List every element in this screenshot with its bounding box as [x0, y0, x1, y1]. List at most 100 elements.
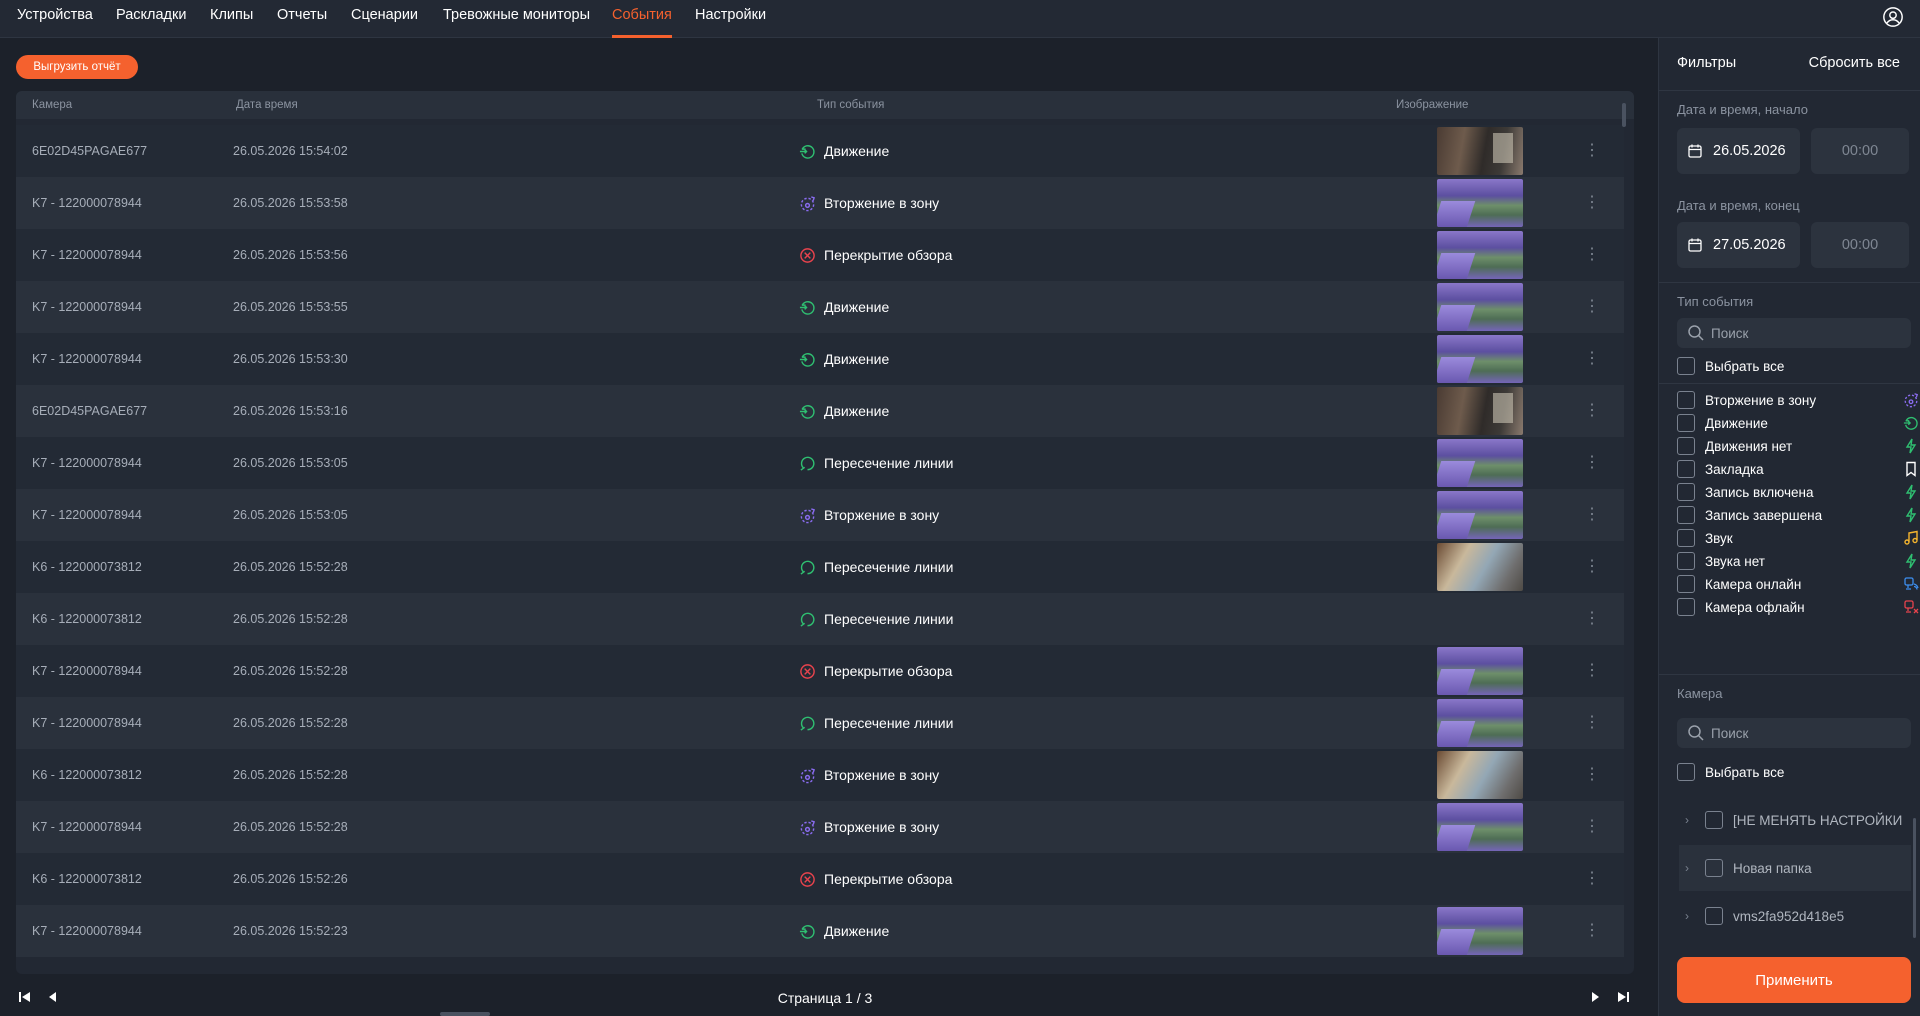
event-type-search-input[interactable] — [1711, 325, 1891, 341]
table-row[interactable]: K7 - 122000078944 26.05.2026 15:52:23 Дв… — [16, 905, 1624, 957]
event-type-option[interactable]: Звука нет — [1677, 552, 1917, 570]
tab-devices[interactable]: Устройства — [17, 0, 93, 38]
event-thumbnail[interactable] — [1437, 439, 1523, 487]
checkbox[interactable] — [1677, 763, 1695, 781]
user-account-icon[interactable] — [1882, 6, 1904, 28]
table-row[interactable]: K6 - 122000073812 26.05.2026 15:52:26 Пе… — [16, 853, 1624, 905]
event-thumbnail[interactable] — [1437, 387, 1523, 435]
end-time-field[interactable]: 00:00 — [1811, 222, 1909, 268]
checkbox[interactable] — [1677, 460, 1695, 478]
checkbox[interactable] — [1705, 859, 1723, 877]
table-row[interactable]: 6E02D45PAGAE677 26.05.2026 15:53:16 Движ… — [16, 385, 1624, 437]
event-thumbnail[interactable] — [1437, 543, 1523, 591]
column-event-type[interactable]: Тип события — [817, 91, 884, 119]
event-thumbnail[interactable] — [1437, 699, 1523, 747]
reset-all-button[interactable]: Сбросить все — [1809, 55, 1900, 71]
table-row[interactable]: K7 - 122000078944 26.05.2026 15:52:28 Пе… — [16, 697, 1624, 749]
event-type-option[interactable]: Звук — [1677, 529, 1918, 547]
more-options-icon[interactable]: ⋮ — [1584, 749, 1600, 801]
more-options-icon[interactable]: ⋮ — [1584, 905, 1600, 957]
tab-settings[interactable]: Настройки — [695, 0, 766, 38]
tab-alarm-monitors[interactable]: Тревожные мониторы — [443, 0, 590, 38]
apply-button[interactable]: Применить — [1677, 957, 1911, 1003]
table-row[interactable]: K6 - 122000073812 26.05.2026 15:52:28 Пе… — [16, 593, 1624, 645]
event-type-option[interactable]: Запись завершена — [1677, 506, 1917, 524]
event-thumbnail[interactable] — [1437, 231, 1523, 279]
more-options-icon[interactable]: ⋮ — [1584, 229, 1600, 281]
checkbox[interactable] — [1677, 552, 1695, 570]
tab-clips[interactable]: Клипы — [210, 0, 253, 38]
checkbox[interactable] — [1677, 414, 1695, 432]
event-thumbnail[interactable] — [1437, 647, 1523, 695]
more-options-icon[interactable]: ⋮ — [1584, 801, 1600, 853]
more-options-icon[interactable]: ⋮ — [1584, 853, 1600, 905]
more-options-icon[interactable]: ⋮ — [1584, 437, 1600, 489]
camera-search[interactable] — [1677, 718, 1911, 748]
more-options-icon[interactable]: ⋮ — [1584, 593, 1600, 645]
event-thumbnail[interactable] — [1437, 491, 1523, 539]
more-options-icon[interactable]: ⋮ — [1584, 541, 1600, 593]
event-type-option[interactable]: Закладка — [1677, 460, 1916, 478]
event-thumbnail[interactable] — [1437, 179, 1523, 227]
event-select-all-checkbox[interactable]: Выбрать все — [1677, 357, 1784, 375]
table-row[interactable]: K7 - 122000078944 26.05.2026 15:53:55 Дв… — [16, 281, 1624, 333]
chevron-right-icon[interactable]: › — [1685, 861, 1695, 875]
chevron-right-icon[interactable]: › — [1685, 813, 1695, 827]
next-page-icon[interactable] — [1586, 988, 1604, 1006]
event-type-option[interactable]: Камера офлайн — [1677, 598, 1919, 616]
event-type-option[interactable]: Камера онлайн — [1677, 575, 1919, 593]
camera-tree-scrollbar[interactable] — [1913, 818, 1916, 938]
table-row[interactable]: K7 - 122000078944 26.05.2026 15:53:58 Вт… — [16, 177, 1624, 229]
start-time-field[interactable]: 00:00 — [1811, 128, 1909, 174]
table-row[interactable]: K7 - 122000078944 26.05.2026 15:53:30 Дв… — [16, 333, 1624, 385]
camera-search-input[interactable] — [1711, 725, 1891, 741]
column-camera[interactable]: Камера — [32, 91, 72, 119]
table-row[interactable]: K6 - 122000073812 26.05.2026 15:52:28 Пе… — [16, 541, 1624, 593]
table-row[interactable]: 6E02D45PAGAE677 26.05.2026 15:54:02 Движ… — [16, 125, 1624, 177]
event-thumbnail[interactable] — [1437, 335, 1523, 383]
tab-reports[interactable]: Отчеты — [277, 0, 327, 38]
more-options-icon[interactable]: ⋮ — [1584, 333, 1600, 385]
event-type-option[interactable]: Движения нет — [1677, 437, 1917, 455]
camera-tree-item[interactable]: › Новая папка — [1679, 845, 1911, 891]
checkbox[interactable] — [1677, 506, 1695, 524]
checkbox[interactable] — [1677, 357, 1695, 375]
event-type-option[interactable]: Запись включена — [1677, 483, 1917, 501]
camera-tree-item[interactable]: › vms2fa952d418e5 — [1679, 893, 1911, 939]
last-page-icon[interactable] — [1614, 988, 1632, 1006]
table-row[interactable]: K7 - 122000078944 26.05.2026 15:53:05 Вт… — [16, 489, 1624, 541]
tab-layouts[interactable]: Раскладки — [116, 0, 186, 38]
event-thumbnail[interactable] — [1437, 751, 1523, 799]
checkbox[interactable] — [1677, 437, 1695, 455]
checkbox[interactable] — [1705, 907, 1723, 925]
table-row[interactable]: K7 - 122000078944 26.05.2026 15:52:28 Пе… — [16, 645, 1624, 697]
horizontal-scrollbar[interactable] — [440, 1012, 490, 1016]
checkbox[interactable] — [1677, 529, 1695, 547]
column-datetime[interactable]: Дата время — [236, 91, 298, 119]
table-row[interactable]: K7 - 122000078944 26.05.2026 15:53:05 Пе… — [16, 437, 1624, 489]
more-options-icon[interactable]: ⋮ — [1584, 177, 1600, 229]
more-options-icon[interactable]: ⋮ — [1584, 489, 1600, 541]
event-thumbnail[interactable] — [1437, 127, 1523, 175]
more-options-icon[interactable]: ⋮ — [1584, 645, 1600, 697]
event-thumbnail[interactable] — [1437, 803, 1523, 851]
more-options-icon[interactable]: ⋮ — [1584, 281, 1600, 333]
export-report-button[interactable]: Выгрузить отчёт — [16, 55, 138, 79]
camera-tree-item[interactable]: › [НЕ МЕНЯТЬ НАСТРОЙКИ — [1679, 797, 1911, 843]
event-thumbnail[interactable] — [1437, 283, 1523, 331]
end-date-field[interactable]: 27.05.2026 — [1677, 222, 1800, 268]
checkbox[interactable] — [1677, 483, 1695, 501]
table-scrollbar[interactable] — [1622, 103, 1626, 127]
more-options-icon[interactable]: ⋮ — [1584, 697, 1600, 749]
more-options-icon[interactable]: ⋮ — [1584, 125, 1600, 177]
camera-select-all-checkbox[interactable]: Выбрать все — [1677, 763, 1784, 781]
event-type-option[interactable]: Вторжение в зону — [1677, 391, 1919, 409]
more-options-icon[interactable]: ⋮ — [1584, 385, 1600, 437]
checkbox[interactable] — [1677, 575, 1695, 593]
chevron-right-icon[interactable]: › — [1685, 909, 1695, 923]
checkbox[interactable] — [1677, 598, 1695, 616]
event-thumbnail[interactable] — [1437, 907, 1523, 955]
tab-scenarios[interactable]: Сценарии — [351, 0, 418, 38]
table-row[interactable]: K6 - 122000073812 26.05.2026 15:52:28 Вт… — [16, 749, 1624, 801]
table-row[interactable]: K7 - 122000078944 26.05.2026 15:52:28 Вт… — [16, 801, 1624, 853]
